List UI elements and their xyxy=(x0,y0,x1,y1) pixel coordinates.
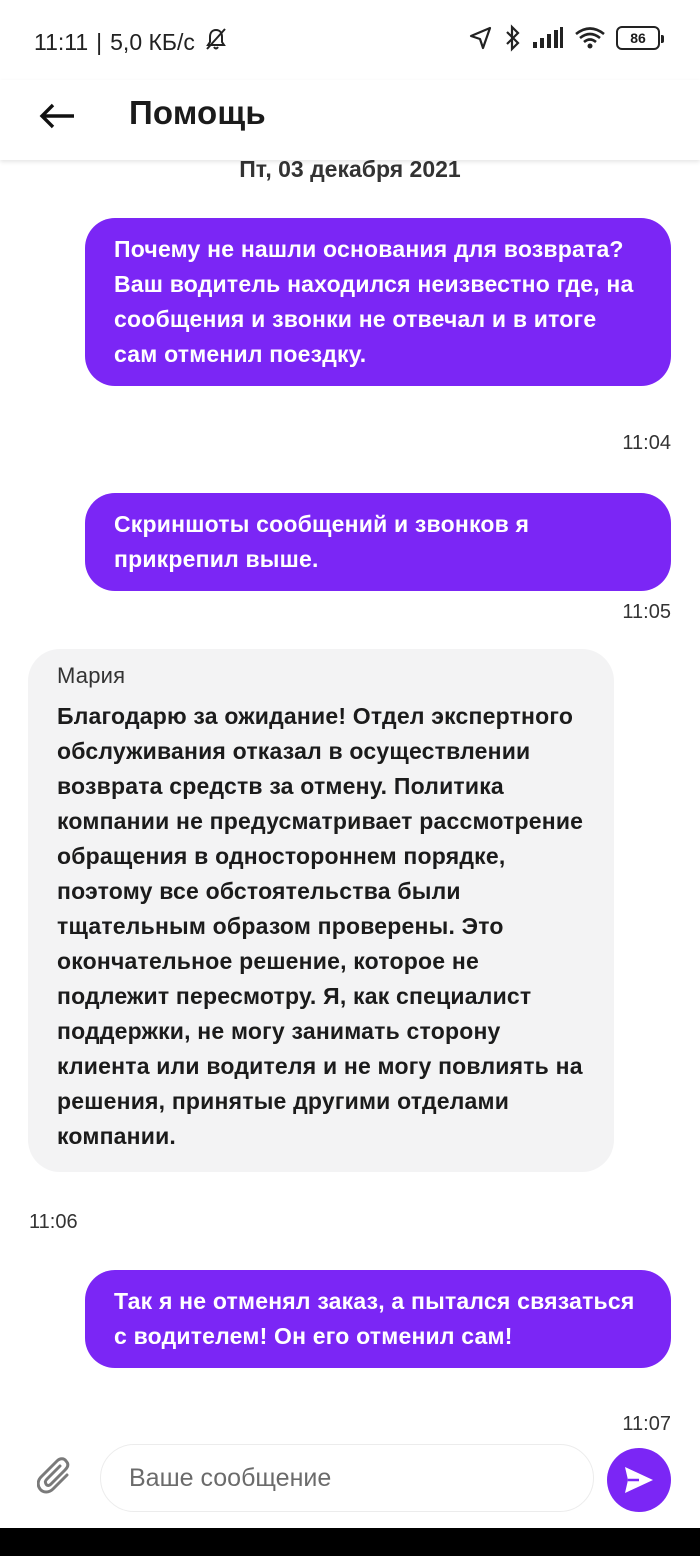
message-input-bar xyxy=(0,1430,700,1530)
status-bar: 11:11 | 5,0 КБ/с 86 xyxy=(0,0,700,80)
system-navigation-bar xyxy=(0,1528,700,1556)
message-time: 11:05 xyxy=(622,601,671,623)
paperclip-icon xyxy=(37,1457,70,1494)
status-right: 86 xyxy=(468,24,664,52)
status-left: 11:11 | 5,0 КБ/с xyxy=(34,26,229,58)
message-bubble-incoming[interactable]: Мария Благодарю за ожидание! Отдел экспе… xyxy=(28,649,614,1172)
attach-button[interactable] xyxy=(34,1452,80,1502)
send-icon xyxy=(625,1467,653,1493)
message-input[interactable] xyxy=(100,1444,594,1512)
message-text: Благодарю за ожидание! Отдел экспертного… xyxy=(57,703,584,1149)
back-button[interactable] xyxy=(36,94,80,138)
chat-history[interactable]: Пт, 03 декабря 2021 Почему не нашли осно… xyxy=(0,160,700,1430)
date-separator: Пт, 03 декабря 2021 xyxy=(239,160,461,182)
signal-icon xyxy=(532,26,564,50)
status-speed: 5,0 КБ/с xyxy=(110,28,195,55)
message-bubble-outgoing[interactable]: Скриншоты сообщений и звонков я прикрепи… xyxy=(85,493,671,591)
message-bubble-outgoing[interactable]: Почему не нашли основания для возврата? … xyxy=(85,218,671,386)
sender-name: Мария xyxy=(57,663,126,688)
message-time: 11:06 xyxy=(29,1211,78,1233)
message-time: 11:07 xyxy=(622,1413,671,1430)
arrow-left-icon xyxy=(39,103,74,129)
message-bubble-outgoing[interactable]: Так я не отменял заказ, а пытался связат… xyxy=(85,1270,671,1368)
mute-icon xyxy=(203,26,229,58)
message-text: Так я не отменял заказ, а пытался связат… xyxy=(114,1288,635,1349)
wifi-icon xyxy=(574,26,606,50)
message-text: Почему не нашли основания для возврата? … xyxy=(114,236,634,367)
page-title: Помощь xyxy=(129,94,266,131)
message-time: 11:04 xyxy=(622,432,671,454)
app-header: Помощь xyxy=(0,80,700,160)
battery-level: 86 xyxy=(630,30,646,46)
screen: 11:11 | 5,0 КБ/с 86 Помощь Пт, 03 декабр… xyxy=(0,0,700,1556)
bluetooth-icon xyxy=(504,24,522,52)
send-button[interactable] xyxy=(607,1448,671,1512)
status-time: 11:11 xyxy=(34,28,89,55)
message-text: Скриншоты сообщений и звонков я прикрепи… xyxy=(114,511,530,572)
status-divider: | xyxy=(96,28,103,55)
battery-icon: 86 xyxy=(616,26,664,50)
location-icon xyxy=(468,25,494,51)
